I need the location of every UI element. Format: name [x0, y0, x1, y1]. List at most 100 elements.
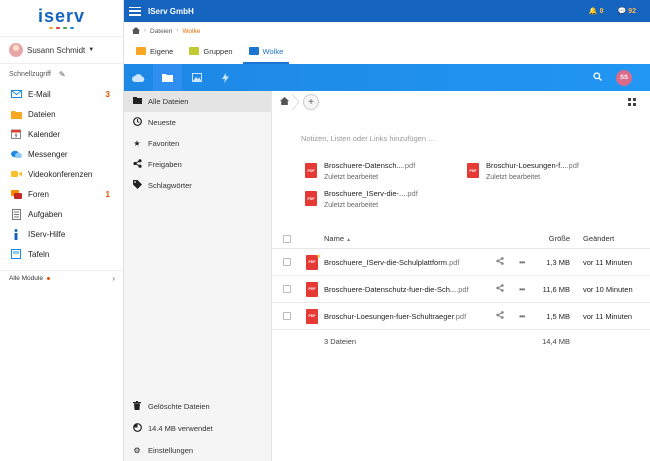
table-row[interactable]: PDF ★ Broschuere_IServ-die-Schulplattfor…	[272, 249, 650, 276]
storage-usage: 14.4 MB verwendet	[124, 417, 271, 439]
tab-own[interactable]: Eigene	[130, 40, 179, 64]
sidebar-item-label: Tafeln	[28, 249, 50, 259]
breadcrumb-files[interactable]: Dateien	[150, 28, 172, 35]
files-nav-shares[interactable]: Freigaben	[124, 154, 271, 175]
home-icon[interactable]	[132, 26, 140, 36]
file-size: 1,5 MB	[546, 311, 570, 321]
sidebar-item-calendar[interactable]: 9 Kalender	[0, 124, 123, 144]
file-size: 11,6 MB	[542, 284, 570, 294]
breadcrumb-arrow-icon	[291, 94, 300, 110]
more-options-icon[interactable]: •••	[519, 312, 525, 321]
files-nav-tags[interactable]: Schlagwörter	[124, 175, 271, 196]
column-size[interactable]: Größe	[536, 234, 570, 243]
folder-icon	[10, 109, 22, 120]
breadcrumb: › Dateien › Wolke	[124, 22, 650, 40]
files-nav-all[interactable]: Alle Dateien	[124, 91, 271, 112]
more-options-icon[interactable]: •••	[519, 285, 525, 294]
more-options-icon[interactable]: •••	[519, 258, 525, 267]
recent-file-subtitle: Zuletzt bearbeitet	[486, 174, 541, 181]
file-modified: vor 11 Minuten	[583, 257, 633, 267]
chevron-right-icon: ›	[144, 28, 146, 34]
table-row[interactable]: PDF Broschuere-Datenschutz-fuer-die-Sch.…	[272, 276, 650, 303]
row-checkbox[interactable]	[283, 258, 291, 266]
files-nav-recent[interactable]: Neueste	[124, 112, 271, 133]
user-avatar-button[interactable]: SS	[616, 69, 632, 86]
avatar	[9, 43, 23, 57]
notification-dot-icon	[46, 277, 50, 280]
notes-input[interactable]: Notizen, Listen oder Links hinzufügen …	[301, 134, 436, 143]
activity-icon[interactable]	[211, 64, 240, 91]
column-name[interactable]: Name ▲	[324, 234, 351, 243]
sidebar-item-label: Videokonferenzen	[28, 169, 93, 179]
caret-down-icon: ▼	[88, 47, 95, 53]
sidebar-item-tasks[interactable]: Aufgaben	[0, 204, 123, 224]
sidebar-item-boards[interactable]: Tafeln	[0, 244, 123, 264]
column-modified[interactable]: Geändert	[583, 234, 614, 243]
sidebar-item-label: IServ-Hilfe	[28, 229, 66, 239]
select-all-checkbox[interactable]	[283, 234, 291, 243]
tab-cloud[interactable]: Wolke	[242, 40, 290, 64]
files-main: + Notizen, Listen oder Links hinzufügen …	[272, 91, 650, 461]
files-nav-settings[interactable]: ⚙ Einstellungen	[124, 439, 271, 461]
recent-file-name: Broschuere_IServ-die-....pdf	[324, 189, 418, 198]
row-checkbox[interactable]	[283, 285, 291, 293]
all-modules-link[interactable]: Alle Module ›	[0, 270, 123, 286]
sidebar-item-label: Foren	[28, 189, 49, 199]
files-sidebar-footer: Gelöschte Dateien 14.4 MB verwendet ⚙ Ei…	[124, 395, 271, 461]
tab-label: Eigene	[150, 46, 174, 56]
sidebar-item-label: E-Mail	[28, 89, 51, 99]
photos-app-icon[interactable]	[182, 64, 211, 91]
star-icon: ★	[133, 139, 141, 148]
sidebar-item-files[interactable]: Dateien	[0, 104, 123, 124]
share-icon[interactable]	[496, 311, 504, 321]
files-nav-label: Favoriten	[148, 139, 180, 148]
file-name: Broschuere_IServ-die-Schulplattform.pdf	[324, 257, 460, 267]
messages-button[interactable]: 💬 92	[617, 7, 636, 15]
sidebar-item-email[interactable]: E-Mail 3	[0, 84, 123, 104]
add-button[interactable]: +	[303, 94, 319, 110]
calendar-icon: 9	[10, 129, 22, 140]
gear-icon: ⚙	[133, 445, 141, 455]
home-icon[interactable]	[280, 97, 289, 107]
table-header: Name ▲ Größe Geändert	[272, 229, 650, 249]
row-checkbox[interactable]	[283, 312, 291, 320]
breadcrumb-current[interactable]: Wolke	[182, 28, 200, 35]
quick-access: Schnellzugriff ✎	[0, 64, 123, 84]
files-nav-label: Freigaben	[148, 160, 182, 169]
user-menu[interactable]: Susann Schmidt ▼	[0, 36, 123, 64]
sidebar-item-help[interactable]: IServ-Hilfe	[0, 224, 123, 244]
hamburger-icon[interactable]	[129, 6, 141, 16]
sidebar-item-video[interactable]: Videokonferenzen	[0, 164, 123, 184]
folder-icon	[136, 47, 146, 55]
iserv-logo[interactable]: iserv	[0, 0, 123, 36]
files-app-icon[interactable]	[153, 64, 182, 91]
table-row[interactable]: PDF Broschur-Loesungen-fuer-Schultraeger…	[272, 303, 650, 330]
storage-usage-label: 14.4 MB verwendet	[148, 423, 213, 433]
alerts-button[interactable]: 🔔 8	[589, 7, 604, 15]
recent-file-card[interactable]: PDF Broschur-Loesungen-f....pdf Zuletzt …	[467, 161, 627, 181]
file-table: Name ▲ Größe Geändert PDF ★ Broschuere_I…	[272, 229, 650, 352]
pdf-file-icon: PDF	[305, 191, 317, 206]
share-icon[interactable]	[496, 284, 504, 294]
sort-asc-icon: ▲	[346, 237, 352, 243]
files-nav-favorites[interactable]: ★ Favoriten	[124, 133, 271, 154]
grid-view-icon[interactable]	[628, 98, 636, 106]
recent-file-card[interactable]: PDF Broschuere_IServ-die-....pdf Zuletzt…	[305, 189, 465, 209]
total-size: 14,4 MB	[542, 336, 570, 346]
file-name: Broschur-Loesungen-fuer-Schultraeger.pdf	[324, 311, 467, 321]
recent-file-card[interactable]: PDF Broschuere-Datensch....pdf Zuletzt b…	[305, 161, 465, 181]
file-modified: vor 10 Minuten	[583, 284, 633, 294]
sidebar-item-messenger[interactable]: Messenger	[0, 144, 123, 164]
cloud-icon[interactable]	[124, 64, 153, 91]
share-icon[interactable]	[496, 257, 504, 267]
search-icon[interactable]	[593, 72, 602, 83]
recent-file-subtitle: Zuletzt bearbeitet	[324, 202, 379, 209]
files-nav-trash[interactable]: Gelöschte Dateien	[124, 395, 271, 417]
folder-icon	[132, 97, 142, 106]
pencil-icon[interactable]: ✎	[59, 70, 66, 79]
sidebar-item-forums[interactable]: Foren 1	[0, 184, 123, 204]
chat-icon	[10, 149, 22, 160]
tasks-icon	[10, 208, 22, 220]
tab-groups[interactable]: Gruppen	[183, 40, 238, 64]
group-folder-icon	[189, 47, 200, 55]
